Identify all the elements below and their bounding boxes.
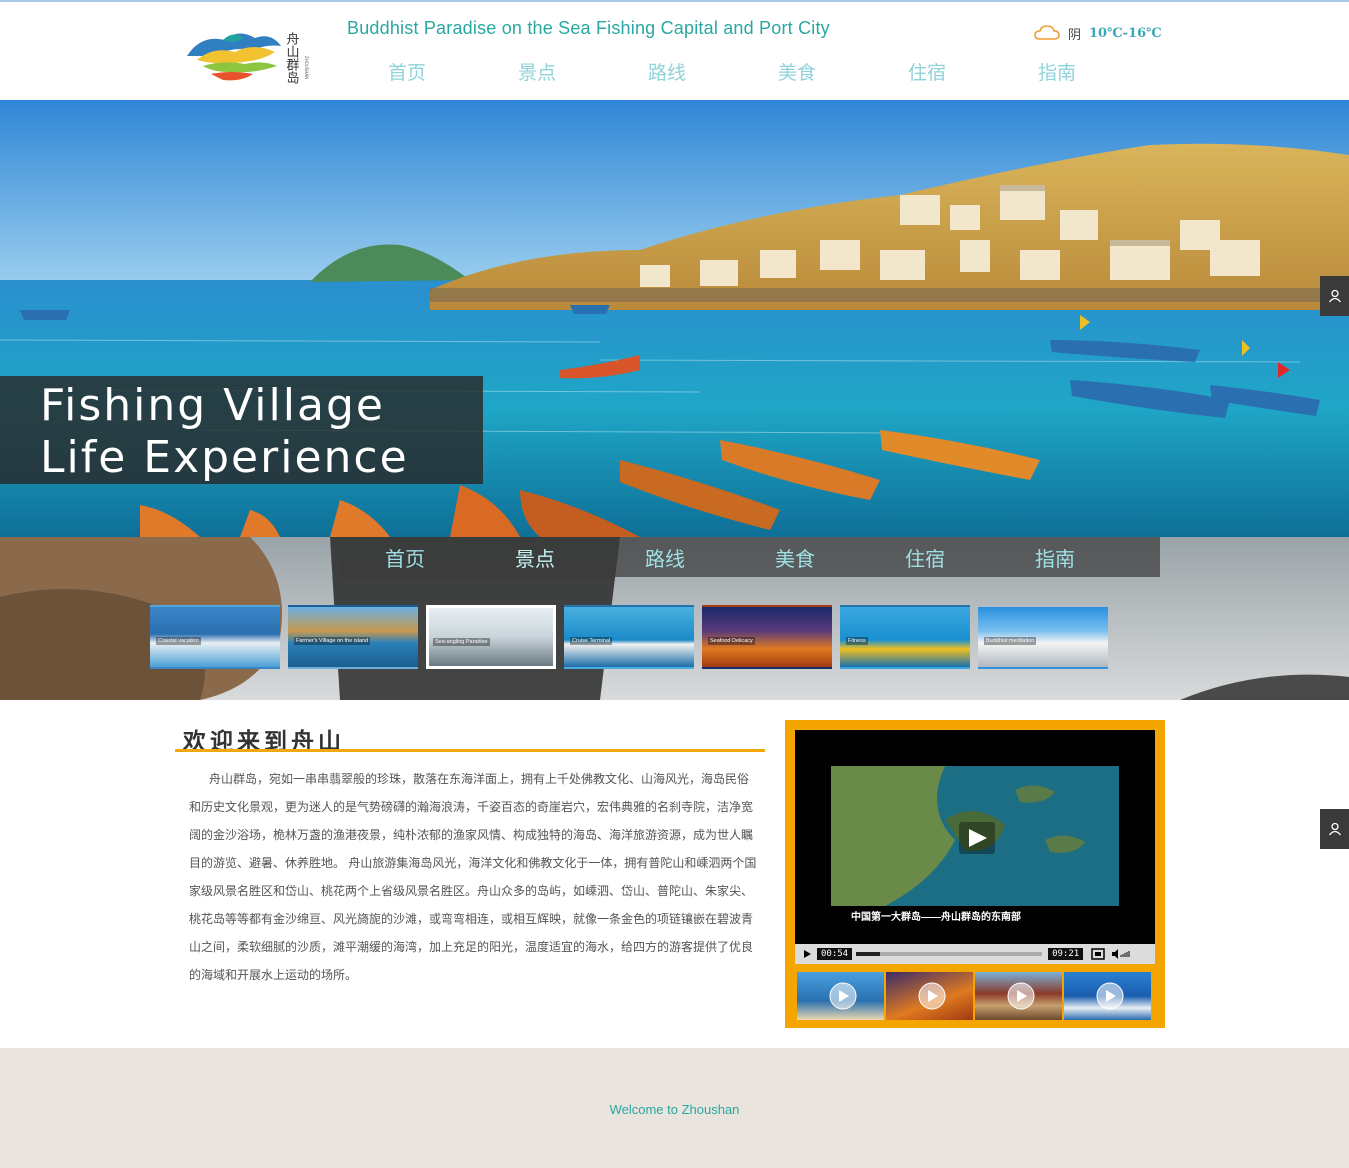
nav-routes[interactable]: 路线 xyxy=(602,58,732,85)
video-caption: 中国第一大群岛——舟山群岛的东南部 xyxy=(851,912,1021,923)
nav-attractions[interactable]: 景点 xyxy=(472,58,602,85)
side-user-button-top[interactable] xyxy=(1320,276,1349,316)
attraction-thumbnails: Coastal vacation Farmer's Village on the… xyxy=(150,605,1108,669)
strip-nav-attractions[interactable]: 景点 xyxy=(470,537,600,577)
welcome-body-text: 舟山群岛，宛如一串串翡翠般的珍珠，散落在东海洋面上，拥有上千处佛教文化、山海风光… xyxy=(189,772,757,982)
strip-nav: 首页 景点 路线 美食 住宿 指南 xyxy=(340,537,1160,577)
weather-temperature: 10℃-16℃ xyxy=(1089,25,1162,41)
strip-nav-home[interactable]: 首页 xyxy=(340,537,470,577)
thumb-label: Coastal vacation xyxy=(156,637,201,645)
logo-wordmark: 舟山群岛 xyxy=(284,32,300,84)
footer-text: Welcome to Zhoushan xyxy=(609,1102,740,1117)
hero-banner[interactable]: Fishing Village Life Experience xyxy=(0,100,1349,537)
video-thumb-1[interactable] xyxy=(797,972,884,1020)
site-footer: Welcome to Zhoushan xyxy=(0,1048,1349,1168)
nav-home[interactable]: 首页 xyxy=(342,58,472,85)
site-slogan: Buddhist Paradise on the Sea Fishing Cap… xyxy=(347,18,830,38)
thumb-cruise-terminal[interactable]: Cruise Terminal xyxy=(564,605,694,669)
hero-caption-line1: Fishing Village xyxy=(40,380,385,431)
thumb-label: Seafood Delicacy xyxy=(708,637,755,645)
play-button-icon[interactable] xyxy=(799,947,815,961)
svg-text:ZHOUSHAN: ZHOUSHAN xyxy=(304,56,309,79)
weather-condition: 阴 xyxy=(1068,26,1082,42)
video-current-time: 00:54 xyxy=(817,948,853,960)
side-user-button-bottom[interactable] xyxy=(1320,809,1349,849)
attractions-strip: 首页 景点 路线 美食 住宿 指南 Coastal vacation Farme… xyxy=(0,537,1349,700)
thumb-fitness[interactable]: Fitness xyxy=(840,605,970,669)
video-progress-fill xyxy=(856,952,881,956)
thumb-sea-angling[interactable]: Sea-angling Paradise xyxy=(426,605,556,669)
strip-nav-guide[interactable]: 指南 xyxy=(990,537,1120,577)
nav-food[interactable]: 美食 xyxy=(732,58,862,85)
video-screen[interactable]: 中国第一大群岛——舟山群岛的东南部 xyxy=(795,730,1155,944)
video-thumb-2[interactable] xyxy=(886,972,973,1020)
user-icon xyxy=(1328,289,1341,303)
video-controls: 00:54 09:21 xyxy=(795,944,1155,964)
thumb-label: Farmer's Village on the island xyxy=(294,637,371,645)
weather-widget: 阴 10℃-16℃ xyxy=(1034,22,1162,44)
site-header: 舟山群岛 ZHOUSHAN Buddhist Paradise on the S… xyxy=(0,2,1349,100)
thumb-buddhist-meditation[interactable]: Buddhist meditation xyxy=(978,605,1108,669)
video-thumb-3[interactable] xyxy=(975,972,1062,1020)
welcome-title-underline xyxy=(175,749,765,752)
volume-icon[interactable] xyxy=(1111,948,1135,960)
video-player-panel: 中国第一大群岛——舟山群岛的东南部 00:54 09:21 xyxy=(785,720,1165,1028)
fullscreen-icon[interactable] xyxy=(1091,948,1105,960)
nav-guide[interactable]: 指南 xyxy=(992,58,1122,85)
play-icon[interactable] xyxy=(959,822,995,854)
thumb-label: Fitness xyxy=(846,637,868,645)
strip-nav-lodging[interactable]: 住宿 xyxy=(860,537,990,577)
hero-caption-line2: Life Experience xyxy=(40,432,409,483)
thumb-label: Buddhist meditation xyxy=(984,637,1037,645)
thumb-seafood-delicacy[interactable]: Seafood Delicacy xyxy=(702,605,832,669)
top-nav: 首页 景点 路线 美食 住宿 指南 xyxy=(342,58,1122,85)
strip-nav-food[interactable]: 美食 xyxy=(730,537,860,577)
nav-lodging[interactable]: 住宿 xyxy=(862,58,992,85)
video-thumb-4[interactable] xyxy=(1064,972,1151,1020)
strip-nav-routes[interactable]: 路线 xyxy=(600,537,730,577)
thumb-label: Cruise Terminal xyxy=(570,637,613,645)
video-thumbnails xyxy=(797,972,1151,1020)
site-logo[interactable]: 舟山群岛 ZHOUSHAN xyxy=(183,16,328,90)
hero-caption: Fishing Village Life Experience xyxy=(0,376,483,484)
video-progress-bar[interactable] xyxy=(856,952,1043,956)
thumb-coastal-vacation[interactable]: Coastal vacation xyxy=(150,605,280,669)
thumb-farmers-village[interactable]: Farmer's Village on the island xyxy=(288,605,418,669)
user-icon xyxy=(1328,822,1341,836)
thumb-label: Sea-angling Paradise xyxy=(433,638,490,646)
cloud-icon xyxy=(1034,25,1060,40)
video-total-time: 09:21 xyxy=(1048,948,1084,960)
